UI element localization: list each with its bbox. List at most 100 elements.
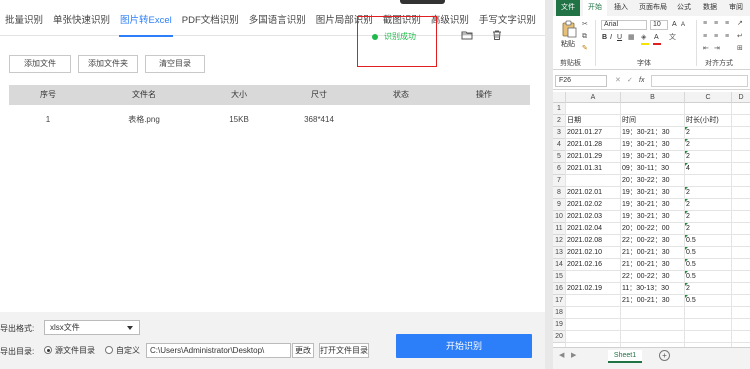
copy-icon[interactable]: ⧉ [582,32,587,42]
radio-source-dir[interactable] [44,346,52,354]
cell-date[interactable]: 2021.01.31 [566,163,602,175]
cell-time[interactable]: 20：00-22：00 [621,223,669,235]
ribbon-tab-file[interactable]: 文件 [556,0,580,16]
row-header[interactable]: 1 [553,103,565,115]
cell-date[interactable]: 2021.02.03 [566,211,602,223]
tab-pdf-recognition[interactable]: PDF文档识别 [177,6,244,36]
cell-time[interactable]: 时间 [621,115,636,127]
select-all-corner[interactable] [553,92,565,103]
row-header[interactable]: 12 [553,235,565,247]
ribbon-tab-formulas[interactable]: 公式 [673,0,695,16]
border-icon[interactable]: ▦ [628,33,635,43]
cell-date[interactable] [566,319,567,331]
cell-date[interactable]: 2021.02.04 [566,223,602,235]
cell-time[interactable]: 11：30-13：30 [621,283,669,295]
ribbon-tab-data[interactable]: 数据 [699,0,721,16]
row-header[interactable]: 2 [553,115,565,127]
cell-time[interactable]: 21：00-21：30 [621,247,669,259]
cut-icon[interactable]: ✂ [582,20,588,30]
column-header-a[interactable]: A [565,92,620,103]
row-header[interactable]: 18 [553,307,565,319]
function-icon[interactable]: fx [639,76,644,86]
cell-date[interactable] [566,307,567,319]
row-header[interactable]: 11 [553,223,565,235]
formula-input[interactable] [651,75,748,87]
sheet-next-icon[interactable]: ▶ [571,351,576,359]
tab-image-to-excel[interactable]: 图片转Excel [115,6,177,37]
cell-date[interactable]: 2021.02.16 [566,259,602,271]
cell-time[interactable]: 21：00-21：30 [621,259,669,271]
table-row[interactable]: 1 表格.png 15KB 368*414 [9,105,530,135]
cell-date[interactable]: 2021.02.19 [566,283,602,295]
cell-time[interactable]: 22：00-22：30 [621,235,669,247]
cell-time[interactable]: 19：30-21：30 [621,211,669,223]
format-painter-icon[interactable]: ✎ [582,44,588,54]
cell-duration[interactable]: 0.5 [685,247,696,259]
align-middle-icon[interactable]: ≡ [714,19,718,29]
cell-date[interactable] [566,103,567,115]
cell-duration[interactable]: 0.5 [685,235,696,247]
delete-trash-icon[interactable] [491,29,503,41]
row-header[interactable]: 9 [553,199,565,211]
align-top-icon[interactable]: ≡ [703,19,707,29]
cell-duration[interactable]: 时长(小时) [685,115,719,127]
ribbon-tab-page-layout[interactable]: 页面布局 [636,0,670,16]
cell-time[interactable] [621,331,622,343]
row-header[interactable]: 20 [553,331,565,343]
export-format-select[interactable]: xlsx文件 [44,320,140,335]
cell-date[interactable]: 2021.02.02 [566,199,602,211]
phonetic-icon[interactable]: 文 [669,33,676,43]
cell-time[interactable]: 19：30-21：30 [621,139,669,151]
cell-time[interactable]: 09：30-11：30 [621,163,669,175]
cell-duration[interactable]: 2 [685,223,690,235]
confirm-icon[interactable]: ✓ [627,76,633,86]
cell-duration[interactable]: 2 [685,187,690,199]
shrink-font-icon[interactable]: A [681,20,685,30]
row-header[interactable]: 6 [553,163,565,175]
paste-icon[interactable] [561,20,577,38]
cell-duration[interactable]: 2 [685,199,690,211]
paste-label[interactable]: 粘贴 [561,40,575,50]
row-header[interactable]: 8 [553,187,565,199]
cell-date[interactable] [566,331,567,343]
tab-handwriting[interactable]: 手写文字识别 [474,6,541,36]
cell-date[interactable]: 日期 [566,115,581,127]
cell-time[interactable]: 22：00-22：30 [621,271,669,283]
row-header[interactable]: 13 [553,247,565,259]
merge-cells-icon[interactable]: ⊞ [737,44,743,54]
cell-time[interactable] [621,103,622,115]
column-header-d[interactable]: D [731,92,750,103]
add-folder-button[interactable]: 添加文件夹 [78,55,138,73]
open-folder-icon[interactable] [461,29,473,41]
tab-batch-recognition[interactable]: 批量识别 [0,6,48,36]
change-path-button[interactable]: 更改 [292,343,314,358]
row-header[interactable]: 3 [553,127,565,139]
bold-button[interactable]: B [602,33,607,43]
cell-time[interactable]: 19：30-21：30 [621,127,669,139]
indent-increase-icon[interactable]: ⇥ [714,44,720,54]
cell-duration[interactable]: 2 [685,127,690,139]
name-box[interactable]: F26 [555,75,607,87]
ribbon-tab-home[interactable]: 开始 [583,0,607,16]
cell-date[interactable]: 2021.01.27 [566,127,602,139]
cell-date[interactable] [566,295,567,307]
cell-duration[interactable]: 0.5 [685,295,696,307]
cell-date[interactable] [566,271,567,283]
italic-button[interactable]: I [610,33,612,43]
cell-duration[interactable]: 2 [685,151,690,163]
ribbon-tab-review[interactable]: 审阅 [725,0,747,16]
tab-single-quick[interactable]: 单张快速识别 [48,6,115,36]
tab-multi-language[interactable]: 多国语言识别 [244,6,311,36]
underline-button[interactable]: U [617,33,622,43]
cell-time[interactable] [621,319,622,331]
row-header[interactable]: 5 [553,151,565,163]
cancel-icon[interactable]: ✕ [615,76,621,86]
radio-custom-dir[interactable] [105,346,113,354]
clear-list-button[interactable]: 清空目录 [145,55,205,73]
cell-duration[interactable]: 0.5 [685,259,696,271]
cell-duration[interactable]: 2 [685,211,690,223]
cell-time[interactable]: 19：30-21：30 [621,151,669,163]
row-header[interactable]: 17 [553,295,565,307]
cell-duration[interactable] [685,319,686,331]
cell-duration[interactable] [685,175,686,187]
